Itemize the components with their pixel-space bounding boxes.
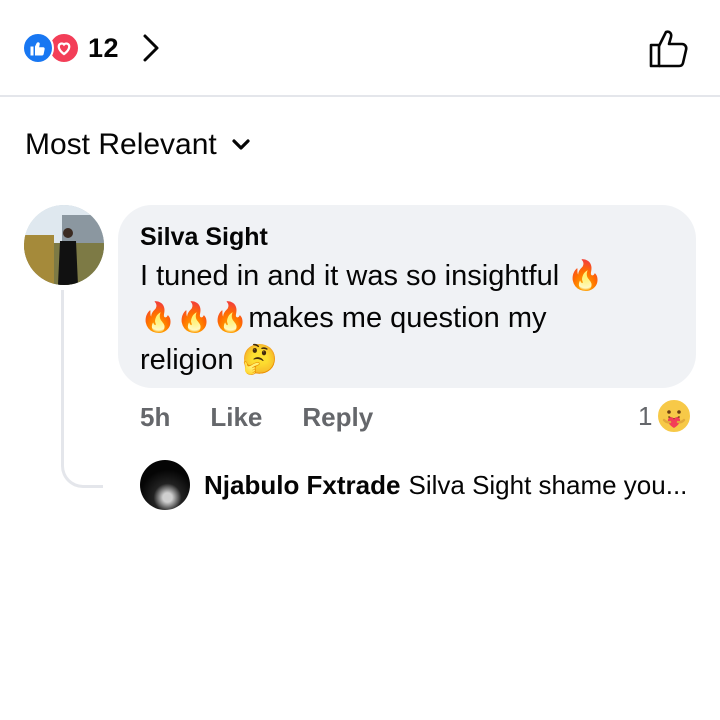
avatar[interactable] xyxy=(24,205,104,285)
comment-text-part-3: religion xyxy=(140,344,242,376)
reaction-summary[interactable]: 12 xyxy=(22,32,161,64)
sort-label: Most Relevant xyxy=(25,128,217,161)
chevron-right-icon xyxy=(141,33,161,63)
reply-author[interactable]: Njabulo Fxtrade xyxy=(204,470,400,501)
reply-avatar[interactable] xyxy=(140,460,190,510)
comment-text-part-2: makes me question my xyxy=(248,302,547,334)
comment-text-part-1: I tuned in and it was so insightful xyxy=(140,260,568,292)
comment-text-line-3: religion 🤔 xyxy=(140,339,674,381)
comment-timestamp[interactable]: 5h xyxy=(140,402,170,433)
fire-emoji: 🔥 xyxy=(567,258,604,292)
comment-reaction-summary[interactable]: 1 xyxy=(638,398,693,434)
reply-preview[interactable]: Njabulo Fxtrade Silva Sight shame you... xyxy=(140,460,687,510)
comment-bubble: Silva Sight I tuned in and it was so ins… xyxy=(118,205,696,388)
reaction-count: 12 xyxy=(88,32,120,63)
comment-author[interactable]: Silva Sight xyxy=(140,221,674,253)
like-reaction-icon xyxy=(22,32,54,64)
thread-connector xyxy=(61,290,103,488)
comment-text-line-1: I tuned in and it was so insightful 🔥 xyxy=(140,255,674,297)
reply-text: Silva Sight shame you... xyxy=(408,469,688,500)
fire-emoji-group: 🔥🔥🔥 xyxy=(140,300,249,334)
sort-dropdown[interactable]: Most Relevant xyxy=(25,128,251,162)
like-post-button[interactable] xyxy=(648,28,690,70)
comment-reaction-count: 1 xyxy=(638,400,653,431)
thumbs-up-icon xyxy=(649,30,688,68)
chevron-down-icon xyxy=(231,138,251,152)
thinking-emoji: 🤔 xyxy=(241,342,278,376)
comment-actions: 5h Like Reply xyxy=(140,402,373,433)
comment-text: I tuned in and it was so insightful 🔥 🔥🔥… xyxy=(140,255,674,381)
comment-like-button[interactable]: Like xyxy=(210,402,262,433)
care-reaction-icon xyxy=(656,398,693,434)
reaction-summary-bar: 12 xyxy=(0,0,720,97)
comment-text-line-2: 🔥🔥🔥makes me question my xyxy=(140,297,674,339)
comment-reply-button[interactable]: Reply xyxy=(302,402,373,433)
